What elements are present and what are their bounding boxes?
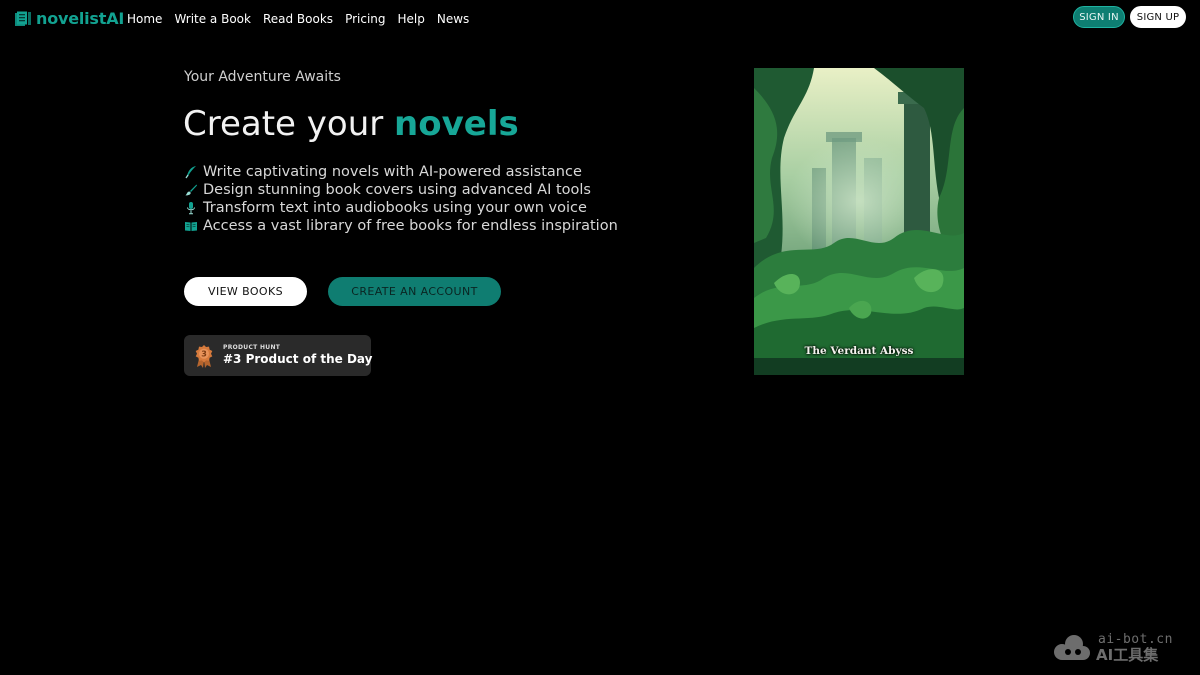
watermark-name: AI工具集 (1096, 646, 1159, 664)
open-book-icon (185, 222, 197, 231)
nav-item-home[interactable]: Home (127, 12, 162, 26)
microphone-icon (187, 202, 195, 215)
sign-up-button[interactable]: SIGN UP (1130, 6, 1186, 28)
medal-rank: 3 (201, 349, 207, 358)
book-cover-image: The Verdant Abyss (754, 68, 964, 375)
cloud-logo-icon (1054, 635, 1090, 660)
feature-text: Write captivating novels with AI-powered… (203, 164, 582, 180)
product-hunt-badge[interactable]: 3 PRODUCT HUNT #3 Product of the Day (184, 335, 372, 376)
product-hunt-rank-text: #3 Product of the Day (223, 352, 373, 366)
feature-item: Transform text into audiobooks using you… (184, 199, 618, 217)
feature-list: Write captivating novels with AI-powered… (184, 163, 618, 235)
nav-item-help[interactable]: Help (398, 12, 425, 26)
product-hunt-label: PRODUCT HUNT (223, 344, 281, 351)
feature-text: Access a vast library of free books for … (203, 218, 618, 234)
brand-logo[interactable]: novelistAI (14, 9, 124, 28)
book-logo-icon (15, 11, 31, 26)
create-account-button[interactable]: CREATE AN ACCOUNT (328, 277, 501, 306)
nav-item-news[interactable]: News (437, 12, 469, 26)
hero-headline: Create your novels (183, 104, 519, 144)
medal-icon: 3 (195, 344, 213, 368)
book-title: The Verdant Abyss (804, 345, 914, 357)
feature-item: Design stunning book covers using advanc… (184, 181, 618, 199)
nav-item-read-books[interactable]: Read Books (263, 12, 333, 26)
main-nav: Home Write a Book Read Books Pricing Hel… (127, 12, 469, 26)
paintbrush-icon (185, 184, 197, 196)
quill-pen-icon (185, 166, 196, 179)
feature-text: Design stunning book covers using advanc… (203, 182, 591, 198)
feature-item: Access a vast library of free books for … (184, 217, 618, 235)
nav-item-write-a-book[interactable]: Write a Book (174, 12, 251, 26)
view-books-button[interactable]: VIEW BOOKS (184, 277, 307, 306)
sign-in-button[interactable]: SIGN IN (1073, 6, 1125, 28)
headline-accent: novels (394, 104, 519, 144)
feature-text: Transform text into audiobooks using you… (203, 200, 587, 216)
headline-prefix: Create your (183, 104, 395, 144)
page: novelistAI Home Write a Book Read Books … (0, 0, 1200, 675)
watermark: ai-bot.cn AI工具集 (1052, 632, 1182, 666)
jungle-ruins-illustration (754, 68, 964, 375)
product-hunt-text: PRODUCT HUNT #3 Product of the Day (223, 344, 372, 367)
top-navbar: novelistAI Home Write a Book Read Books … (0, 0, 1200, 38)
nav-item-pricing[interactable]: Pricing (345, 12, 385, 26)
feature-item: Write captivating novels with AI-powered… (184, 163, 618, 181)
hero-eyebrow: Your Adventure Awaits (184, 69, 341, 85)
brand-name: novelistAI (36, 9, 125, 28)
